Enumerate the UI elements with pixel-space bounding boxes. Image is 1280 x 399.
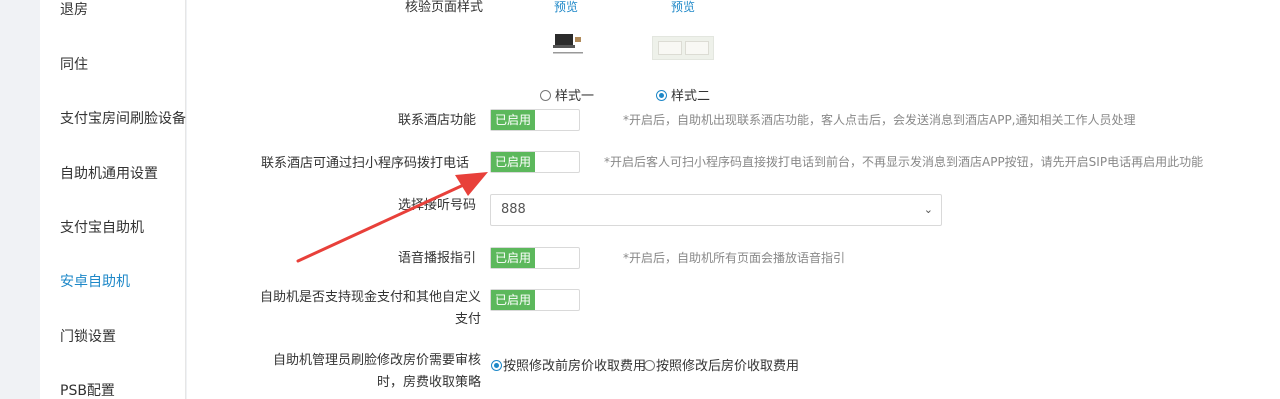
sidebar-item-cohabit[interactable]: 同住 <box>40 45 186 85</box>
answer-number-select[interactable]: 888 ⌄ <box>490 194 942 226</box>
price-after-radio[interactable]: 按照修改后房价收取费用 <box>644 355 799 374</box>
sidebar-item-android-kiosk[interactable]: 安卓自助机 <box>40 262 186 302</box>
preview-style2-link[interactable]: 预览 <box>671 0 695 15</box>
left-gutter <box>0 0 40 399</box>
voice-guide-label: 语音播报指引 <box>398 251 477 266</box>
toggle-enabled-label: 已启用 <box>491 152 535 172</box>
voice-guide-toggle[interactable]: 已启用 <box>490 247 580 269</box>
style2-radio-label: 样式二 <box>671 89 711 104</box>
style2-radio[interactable]: 样式二 <box>656 85 710 104</box>
style2-mini-screen-left <box>658 41 682 55</box>
cash-payment-label: 自助机是否支持现金支付和其他自定义支付 <box>260 290 482 327</box>
cash-payment-toggle[interactable]: 已启用 <box>490 289 580 311</box>
answer-number-value: 888 <box>501 202 526 217</box>
settings-form: 核验页面样式 预览 预览 样式一 样式二 联系酒店功能 已启用 *开启后，自助机… <box>187 0 1280 399</box>
price-before-label: 按照修改前房价收取费用 <box>503 359 647 374</box>
contact-hotel-label: 联系酒店功能 <box>398 113 477 128</box>
radio-checked-icon <box>491 360 502 371</box>
radio-unchecked-icon <box>540 90 551 101</box>
toggle-enabled-label: 已启用 <box>491 248 535 268</box>
voice-guide-hint: *开启后，自助机所有页面会播放语音指引 <box>623 251 846 265</box>
sidebar-item-kiosk-general[interactable]: 自助机通用设置 <box>40 154 186 194</box>
radio-checked-icon <box>656 90 667 101</box>
toggle-enabled-label: 已启用 <box>491 290 535 310</box>
preview-style1-link[interactable]: 预览 <box>554 0 578 15</box>
radio-unchecked-icon <box>644 360 655 371</box>
answer-number-label: 选择接听号码 <box>398 198 477 213</box>
contact-phone-hint: *开启后客人可扫小程序码直接拨打电话到前台，不再显示发消息到酒店APP按钮，请先… <box>604 155 1204 169</box>
kiosk-image-icon <box>553 34 583 54</box>
price-after-label: 按照修改后房价收取费用 <box>656 359 800 374</box>
verify-style-label: 核验页面样式 <box>405 0 484 15</box>
style2-mini-screen-right <box>685 41 709 55</box>
price-review-label: 自助机管理员刷脸修改房价需要审核时，房费收取策略 <box>272 353 481 390</box>
style1-thumbnail[interactable] <box>552 27 592 59</box>
chevron-down-icon: ⌄ <box>923 203 933 216</box>
contact-phone-label: 联系酒店可通过扫小程序码拨打电话 <box>261 156 470 171</box>
contact-hotel-toggle[interactable]: 已启用 <box>490 109 580 131</box>
price-before-radio[interactable]: 按照修改前房价收取费用 <box>491 355 646 374</box>
sidebar-item-alipay-kiosk[interactable]: 支付宝自助机 <box>40 208 186 248</box>
toggle-enabled-label: 已启用 <box>491 110 535 130</box>
sidebar-item-door-lock[interactable]: 门锁设置 <box>40 317 186 357</box>
style2-thumbnail[interactable] <box>652 36 714 60</box>
sidebar-item-checkout[interactable]: 退房 <box>40 0 186 30</box>
style1-radio-label: 样式一 <box>555 89 595 104</box>
style1-radio[interactable]: 样式一 <box>540 85 594 104</box>
contact-phone-toggle[interactable]: 已启用 <box>490 151 580 173</box>
contact-hotel-hint: *开启后，自助机出现联系酒店功能，客人点击后，会发送消息到酒店APP,通知相关工… <box>623 113 1136 127</box>
sidebar-item-alipay-face-device[interactable]: 支付宝房间刷脸设备 <box>40 99 186 139</box>
sidebar: 退房 同住 支付宝房间刷脸设备 自助机通用设置 支付宝自助机 安卓自助机 门锁设… <box>40 0 186 399</box>
sidebar-item-psb-config[interactable]: PSB配置 <box>40 371 186 399</box>
